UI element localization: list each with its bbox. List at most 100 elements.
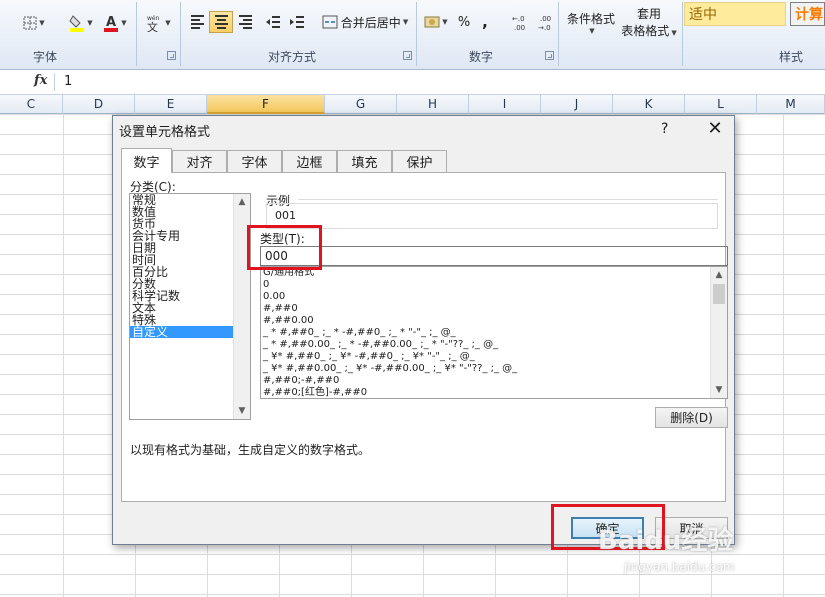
column-header-j[interactable]: J xyxy=(541,95,613,114)
format-as-table-label-2: 表格格式 xyxy=(621,24,670,38)
tab-number[interactable]: 数字 xyxy=(121,148,172,173)
svg-text:←.0: ←.0 xyxy=(512,15,525,23)
increase-indent-button[interactable] xyxy=(286,11,308,33)
tab-border[interactable]: 边框 xyxy=(282,150,337,172)
scroll-thumb[interactable] xyxy=(713,284,725,304)
borders-icon xyxy=(23,16,37,30)
decrease-indent-button[interactable] xyxy=(262,11,284,33)
description-text: 以现有格式为基础，生成自定义的数字格式。 xyxy=(130,443,371,457)
close-button[interactable]: ✕ xyxy=(703,118,727,139)
scroll-down-icon[interactable]: ▼ xyxy=(234,403,250,419)
tab-fill[interactable]: 填充 xyxy=(337,150,392,172)
column-header-g[interactable]: G xyxy=(325,95,397,114)
group-separator xyxy=(558,2,559,66)
fill-color-icon xyxy=(69,15,85,32)
svg-text:.00: .00 xyxy=(514,24,525,31)
scroll-up-icon[interactable]: ▲ xyxy=(711,267,727,283)
style-calc-label: 计算 xyxy=(795,7,823,23)
percent-button[interactable]: % xyxy=(454,11,474,33)
function-icon[interactable]: fx xyxy=(34,73,47,88)
format-code-item[interactable]: #,##0 xyxy=(261,303,727,315)
borders-button[interactable]: ▼ xyxy=(22,12,46,34)
column-header-l[interactable]: L xyxy=(685,95,757,114)
alignment-group-label: 对齐方式 xyxy=(267,50,316,64)
formula-separator xyxy=(54,73,55,91)
sample-value: 001 xyxy=(275,209,296,222)
tab-font[interactable]: 字体 xyxy=(227,150,282,172)
format-code-item[interactable]: #,##0;-#,##0 xyxy=(261,375,727,387)
style-neutral[interactable]: 适中 xyxy=(684,2,786,26)
format-cells-dialog: 设置单元格格式 ? ✕ 数字 对齐 字体 边框 填充 保护 分类(C): 常规 … xyxy=(112,115,735,545)
svg-text:文: 文 xyxy=(147,20,158,32)
format-code-list[interactable]: G/通用格式 0 0.00 #,##0 #,##0.00 _ * #,##0_ … xyxy=(260,266,728,399)
font-dialog-launcher[interactable] xyxy=(167,51,176,60)
number-group-label: 数字 xyxy=(468,50,493,64)
format-list-scrollbar[interactable]: ▲ ▼ xyxy=(710,267,727,398)
dialog-title: 设置单元格格式 xyxy=(119,125,211,140)
category-item-selected[interactable]: 自定义 xyxy=(130,326,233,338)
format-as-table-button[interactable]: 套用 表格格式 ▼ xyxy=(618,4,680,40)
alignment-dialog-launcher[interactable] xyxy=(403,51,412,60)
type-highlight-box xyxy=(247,225,322,270)
align-right-icon xyxy=(238,15,252,29)
decrease-decimal-icon: .00→.0 xyxy=(538,15,551,31)
style-calc[interactable]: 计算 xyxy=(790,2,825,26)
format-code-item[interactable]: #,##0;[红色]-#,##0 xyxy=(261,387,727,398)
format-code-item[interactable]: _ * #,##0_ ;_ * -#,##0_ ;_ * "-"_ ;_ @_ xyxy=(261,327,727,339)
merge-center-button[interactable]: 合并后居中 ▼ xyxy=(316,11,414,33)
tab-protection[interactable]: 保护 xyxy=(392,150,447,172)
increase-indent-icon xyxy=(290,16,304,28)
format-code-item[interactable]: _ ¥* #,##0.00_ ;_ ¥* -#,##0.00_ ;_ ¥* "-… xyxy=(261,363,727,375)
scroll-up-icon[interactable]: ▲ xyxy=(234,194,250,210)
align-right-button[interactable] xyxy=(234,11,256,33)
align-left-button[interactable] xyxy=(186,11,208,33)
conditional-format-label: 条件格式 xyxy=(566,11,615,26)
category-list[interactable]: 常规 数值 货币 会计专用 日期 时间 百分比 分数 科学记数 文本 特殊 自定… xyxy=(129,193,251,420)
column-header-i[interactable]: I xyxy=(469,95,541,114)
delete-button[interactable]: 删除(D) xyxy=(655,407,728,428)
decrease-decimal-button[interactable]: .00 →.0 xyxy=(536,11,560,33)
column-headers: C D E F G H I J K L M xyxy=(0,95,825,114)
increase-decimal-button[interactable]: ←.0.00 xyxy=(510,11,534,33)
column-header-k[interactable]: K xyxy=(613,95,685,114)
merge-center-label: 合并后居中 xyxy=(340,15,401,30)
column-header-d[interactable]: D xyxy=(63,95,135,114)
number-dialog-launcher[interactable] xyxy=(545,51,554,60)
type-input[interactable]: 000 xyxy=(260,246,728,266)
ribbon: ▼ ▼ A ▼ wén 文 ▼ 字体 合并后居中 ▼ 对齐方式 ▼ % , ←.… xyxy=(0,0,825,70)
format-code-item[interactable]: _ ¥* #,##0_ ;_ ¥* -#,##0_ ;_ ¥* "-"_ ;_ … xyxy=(261,351,727,363)
formula-input[interactable]: 1 xyxy=(64,74,72,89)
fill-color-button[interactable]: ▼ xyxy=(66,12,96,34)
tab-alignment[interactable]: 对齐 xyxy=(172,150,227,172)
decrease-indent-icon xyxy=(266,16,280,28)
comma-button[interactable]: , xyxy=(476,11,494,33)
scroll-down-icon[interactable]: ▼ xyxy=(711,382,727,398)
column-header-m[interactable]: M xyxy=(757,95,825,114)
currency-format-button[interactable]: ▼ xyxy=(422,11,450,33)
column-header-e[interactable]: E xyxy=(135,95,207,114)
font-color-button[interactable]: A ▼ xyxy=(100,12,130,34)
column-header-f[interactable]: F xyxy=(207,95,325,114)
chevron-down-icon: ▼ xyxy=(589,26,595,35)
format-code-item[interactable]: G/通用格式 xyxy=(261,267,727,279)
format-code-item[interactable]: 0 xyxy=(261,279,727,291)
align-center-icon xyxy=(214,15,228,29)
svg-text:A: A xyxy=(106,15,116,30)
font-color-icon: A xyxy=(104,15,119,32)
align-left-icon xyxy=(190,15,204,29)
group-separator xyxy=(416,2,417,66)
sample-divider xyxy=(298,199,718,200)
ok-highlight-box xyxy=(551,504,665,550)
cancel-button[interactable]: 取消 xyxy=(655,517,728,539)
format-code-item[interactable]: _ * #,##0.00_ ;_ * -#,##0.00_ ;_ * "-"??… xyxy=(261,339,727,351)
help-button[interactable]: ? xyxy=(661,121,668,137)
column-header-c[interactable]: C xyxy=(0,95,63,114)
phonetic-button[interactable]: wén 文 ▼ xyxy=(142,12,174,34)
format-code-item[interactable]: 0.00 xyxy=(261,291,727,303)
currency-icon xyxy=(424,16,440,28)
column-header-h[interactable]: H xyxy=(397,95,469,114)
align-center-button[interactable] xyxy=(209,11,233,33)
conditional-format-button[interactable]: 条件格式 ▼ xyxy=(564,4,618,40)
format-code-item[interactable]: #,##0.00 xyxy=(261,315,727,327)
group-separator xyxy=(136,2,137,66)
